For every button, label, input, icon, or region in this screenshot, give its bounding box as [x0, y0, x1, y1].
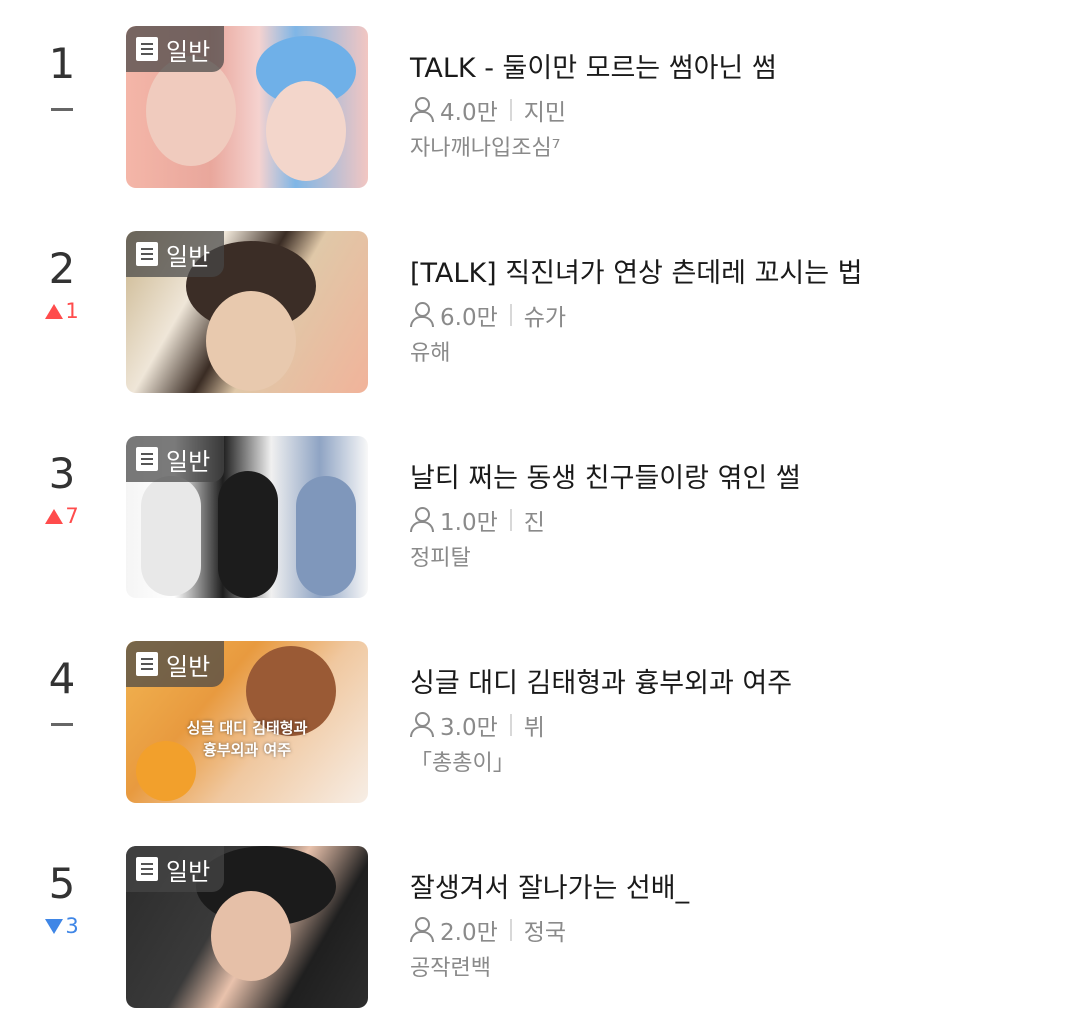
badge-label: 일반 [166, 857, 211, 886]
arrow-down-icon [45, 919, 64, 934]
divider [509, 714, 512, 736]
post-meta: 4.0만 지민 [410, 94, 566, 126]
rank-change-same [22, 94, 102, 118]
post-title[interactable]: [TALK] 직진녀가 연상 츤데레 꼬시는 법 [410, 257, 863, 291]
user-icon [410, 917, 434, 943]
thumbnail[interactable]: 일반 [126, 231, 368, 393]
document-icon [136, 857, 158, 881]
list-item[interactable]: 4 싱글 대디 김태형과 흉부외과 여주 일반 싱글 대디 김태형과 흉부외과 … [0, 615, 1080, 803]
category-badge: 일반 [126, 436, 225, 482]
category-badge: 일반 [126, 231, 225, 277]
document-icon [136, 37, 158, 61]
category-badge: 일반 [126, 846, 225, 892]
person-shape [141, 476, 201, 596]
list-item[interactable]: 1 일반 TALK - 둘이만 모르는 썸아닌 썸 4.0만 지민 자나깨나입조… [0, 0, 1080, 188]
author-name[interactable]: 자나깨나입조심⁷ [410, 134, 561, 164]
list-item[interactable]: 2 1 일반 [TALK] 직진녀가 연상 츤데레 꼬시는 법 6.0만 슈가 … [0, 205, 1080, 393]
post-meta: 3.0만 뷔 [410, 709, 545, 741]
user-icon [410, 97, 434, 123]
member-name: 정국 [523, 920, 567, 946]
arrow-up-icon [45, 304, 64, 319]
member-name: 슈가 [523, 305, 567, 331]
ranking-list: 1 일반 TALK - 둘이만 모르는 썸아닌 썸 4.0만 지민 자나깨나입조… [0, 0, 1080, 1028]
divider [509, 304, 512, 326]
view-count: 4.0만 [440, 100, 498, 126]
category-badge: 일반 [126, 641, 225, 687]
rank-change-down: 3 [22, 914, 102, 938]
document-icon [136, 242, 158, 266]
user-icon [410, 507, 434, 533]
person-shape [218, 471, 278, 598]
arrow-up-icon [45, 509, 64, 524]
rank-change-value: 7 [65, 504, 79, 528]
member-name: 지민 [523, 100, 567, 126]
post-meta: 6.0만 슈가 [410, 299, 566, 331]
divider [509, 919, 512, 941]
thumbnail[interactable]: 싱글 대디 김태형과 흉부외과 여주 일반 [126, 641, 368, 803]
dash-icon [51, 107, 73, 111]
post-title[interactable]: 싱글 대디 김태형과 흉부외과 여주 [410, 667, 792, 701]
user-icon [410, 302, 434, 328]
dash-icon [51, 722, 73, 726]
view-count: 6.0만 [440, 305, 498, 331]
badge-label: 일반 [166, 652, 211, 681]
rank-change-value: 1 [65, 299, 79, 323]
person-shape [266, 81, 346, 181]
post-meta: 1.0만 진 [410, 504, 545, 536]
rank-change-value: 3 [65, 914, 79, 938]
rank-number: 5 [48, 859, 76, 908]
rank-change-up: 7 [22, 504, 102, 528]
post-title[interactable]: TALK - 둘이만 모르는 썸아닌 썸 [410, 52, 777, 86]
badge-label: 일반 [166, 37, 211, 66]
post-meta: 2.0만 정국 [410, 914, 566, 946]
rank-change-same [22, 709, 102, 733]
author-name[interactable]: 정피탈 [410, 544, 471, 574]
user-icon [410, 712, 434, 738]
divider [509, 509, 512, 531]
divider [509, 99, 512, 121]
person-shape [296, 476, 356, 596]
thumbnail-caption-line1: 싱글 대디 김태형과 [186, 719, 308, 737]
thumbnail-caption-line2: 흉부외과 여주 [202, 741, 292, 759]
member-name: 진 [523, 510, 545, 536]
person-shape [146, 56, 236, 166]
author-name[interactable]: 유해 [410, 339, 450, 369]
author-name[interactable]: 「총총이」 [410, 749, 515, 779]
view-count: 1.0만 [440, 510, 498, 536]
person-shape [211, 891, 291, 981]
rank-number: 2 [48, 244, 76, 293]
view-count: 3.0만 [440, 715, 498, 741]
badge-label: 일반 [166, 447, 211, 476]
category-badge: 일반 [126, 26, 225, 72]
list-item[interactable]: 3 7 일반 날티 쩌는 동생 친구들이랑 엮인 썰 1.0만 진 정피탈 [0, 410, 1080, 598]
view-count: 2.0만 [440, 920, 498, 946]
rank-number: 3 [48, 449, 76, 498]
document-icon [136, 652, 158, 676]
thumbnail[interactable]: 일반 [126, 846, 368, 1008]
author-name[interactable]: 공작련백 [410, 954, 491, 984]
rank-change-up: 1 [22, 299, 102, 323]
badge-label: 일반 [166, 242, 211, 271]
rank-number: 4 [48, 654, 76, 703]
thumbnail[interactable]: 일반 [126, 436, 368, 598]
thumbnail[interactable]: 일반 [126, 26, 368, 188]
rank-number: 1 [48, 39, 76, 88]
member-name: 뷔 [523, 715, 545, 741]
list-item[interactable]: 5 3 일반 잘생겨서 잘나가는 선배_ 2.0만 정국 공작련백 [0, 820, 1080, 1008]
post-title[interactable]: 잘생겨서 잘나가는 선배_ [410, 872, 689, 906]
document-icon [136, 447, 158, 471]
post-title[interactable]: 날티 쩌는 동생 친구들이랑 엮인 썰 [410, 462, 801, 496]
person-shape [206, 291, 296, 391]
